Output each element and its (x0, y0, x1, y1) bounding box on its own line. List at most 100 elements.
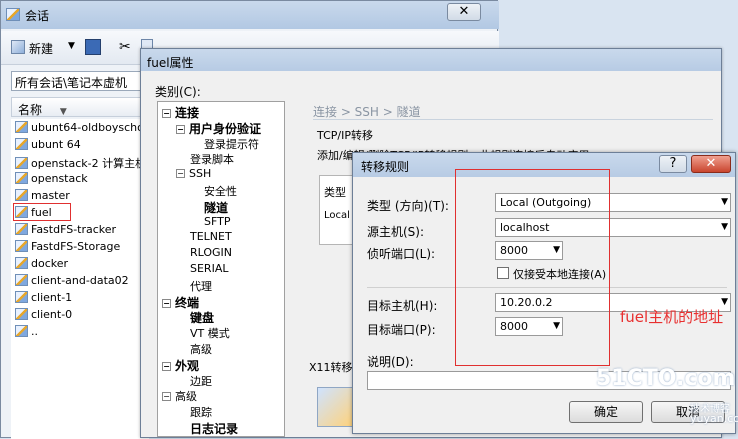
tree-node[interactable]: 跟踪 (190, 404, 212, 420)
tree-node[interactable]: − 外观 (162, 357, 199, 374)
tree-node-label: SSH (189, 167, 212, 181)
session-label: docker (31, 257, 69, 270)
session-list-item[interactable]: FastdFS-Storage (15, 240, 120, 257)
session-list-item[interactable]: docker (15, 257, 68, 274)
save-icon[interactable] (85, 39, 101, 55)
ok-button[interactable]: 确定 (569, 401, 643, 423)
tree-node[interactable]: 登录脚本 (190, 151, 234, 167)
session-label: FastdFS-tracker (31, 223, 117, 236)
tree-node[interactable]: − 高级 (162, 388, 197, 404)
rules-row-type[interactable]: Local (324, 210, 350, 221)
chevron-down-icon: ▼ (721, 197, 728, 207)
breadcrumb-divider (313, 119, 713, 120)
sort-arrow-icon: ▼ (59, 107, 67, 117)
session-icon (15, 291, 28, 303)
tree-node-label: 安全性 (204, 185, 237, 198)
session-list-item[interactable]: client-1 (15, 291, 72, 308)
tcp-forward-label: TCP/IP转移 (317, 129, 373, 142)
x11-app-icon (317, 387, 355, 427)
collapse-icon[interactable]: − (176, 124, 185, 134)
tree-node[interactable]: 登录提示符 (204, 136, 259, 152)
session-list: ubunt64-oldboyschool ubunt 64 openstack-2 … (11, 119, 154, 439)
session-list-item[interactable]: ubunt 64 (15, 138, 81, 155)
session-label: .. (31, 325, 38, 338)
session-list-header[interactable]: 名称 ▼ (11, 97, 149, 117)
collapse-icon[interactable]: − (176, 169, 185, 179)
session-list-item[interactable]: client-and-data02 (15, 274, 129, 291)
session-icon (15, 240, 28, 252)
new-dropdown-icon[interactable]: ▼ (68, 41, 75, 51)
session-label: master (31, 189, 70, 202)
annotation-text: fuel主机的地址 (620, 308, 724, 326)
type-label: 类型 (方向)(T): (367, 199, 449, 213)
session-icon (15, 172, 28, 184)
session-label: client-1 (31, 291, 73, 304)
x11-forward-label: X11转移 (309, 361, 353, 374)
session-label: ubunt 64 (31, 138, 81, 151)
tree-node-label: 终端 (175, 295, 200, 310)
properties-title: fuel属性 (147, 56, 194, 70)
tree-node[interactable]: 日志记录 (190, 420, 238, 436)
help-button[interactable]: ? (659, 155, 687, 173)
tree-node[interactable]: − 用户身份验证 (176, 120, 261, 137)
session-close-button[interactable]: ✕ (447, 3, 481, 21)
tree-node[interactable]: SFTP (204, 215, 230, 228)
dest-port-label: 目标端口(P): (367, 323, 436, 337)
rule-dialog-title: 转移规则 (361, 160, 410, 174)
tree-node[interactable]: − 终端 (162, 294, 199, 311)
session-icon (15, 157, 28, 169)
tree-node[interactable]: 边距 (190, 373, 212, 389)
session-list-item[interactable]: ubunt64-oldboyschool (15, 121, 154, 138)
tree-node-label: 代理 (190, 279, 212, 293)
collapse-icon[interactable]: − (162, 361, 171, 371)
watermark-logo: 51CTO.com (596, 366, 736, 391)
tree-node-label: 高级 (190, 343, 212, 356)
chevron-down-icon: ▼ (721, 222, 728, 232)
collapse-icon[interactable]: − (162, 109, 171, 118)
rules-column-type: 类型 (324, 186, 346, 199)
collapse-icon[interactable]: − (162, 392, 171, 402)
tree-node[interactable]: TELNET (190, 230, 232, 243)
session-list-item[interactable]: FastdFS-tracker (15, 223, 116, 240)
tree-node[interactable]: VT 模式 (190, 325, 230, 341)
folder-up-icon (15, 325, 28, 337)
category-label: 类别(C): (155, 85, 201, 99)
session-path-field[interactable]: 所有会话\笔记本虚机 (11, 71, 149, 91)
session-list-item[interactable]: openstack-2 计算主机 (15, 155, 146, 172)
session-list-item[interactable]: openstack (15, 172, 88, 189)
tree-node[interactable]: 隧道 (204, 199, 228, 216)
tree-node[interactable]: SERIAL (190, 262, 228, 275)
session-window-title: 会话 (25, 9, 50, 23)
tree-node-label: 登录提示符 (204, 137, 259, 151)
tree-node-label: 高级 (175, 390, 197, 404)
tree-node[interactable]: 安全性 (204, 183, 237, 199)
tree-node[interactable]: − SSH (176, 167, 211, 180)
session-list-item[interactable]: .. (15, 325, 38, 342)
collapse-icon[interactable]: − (162, 298, 171, 308)
tree-node-label: TELNET (190, 230, 232, 244)
session-list-item[interactable]: client-0 (15, 308, 72, 325)
session-label: ubunt64-oldboyschool (31, 121, 154, 134)
session-label: FastdFS-Storage (31, 240, 121, 253)
tree-node[interactable]: 高级 (190, 341, 212, 357)
session-icon (15, 274, 28, 286)
breadcrumb: 连接 > SSH > 隧道 (313, 105, 421, 119)
new-button[interactable]: 新建 (29, 40, 53, 57)
tree-node-label: 键盘 (190, 311, 215, 326)
watermark-url: yuyan.com (690, 412, 738, 425)
listen-port-label: 侦听端口(L): (367, 247, 436, 261)
session-icon (15, 223, 28, 235)
tree-node[interactable]: RLOGIN (190, 246, 232, 259)
cut-icon[interactable]: ✂ (119, 39, 131, 55)
description-label: 说明(D): (367, 355, 414, 369)
session-icon (15, 257, 28, 269)
tree-node[interactable]: 键盘 (190, 309, 214, 326)
tree-node[interactable]: − 连接 (162, 104, 199, 121)
rule-close-button[interactable]: ✕ (691, 155, 731, 173)
tree-node-label: SERIAL (190, 262, 229, 275)
category-tree: − 连接 − 用户身份验证 登录提示符 登录脚本 − SSH 安全性 隧道 SFTP TELNET RL… (157, 101, 285, 437)
source-host-label: 源主机(S): (367, 225, 425, 239)
session-icon (15, 189, 28, 201)
tree-node[interactable]: 代理 (190, 278, 212, 294)
tree-node-label: RLOGIN (190, 246, 233, 260)
